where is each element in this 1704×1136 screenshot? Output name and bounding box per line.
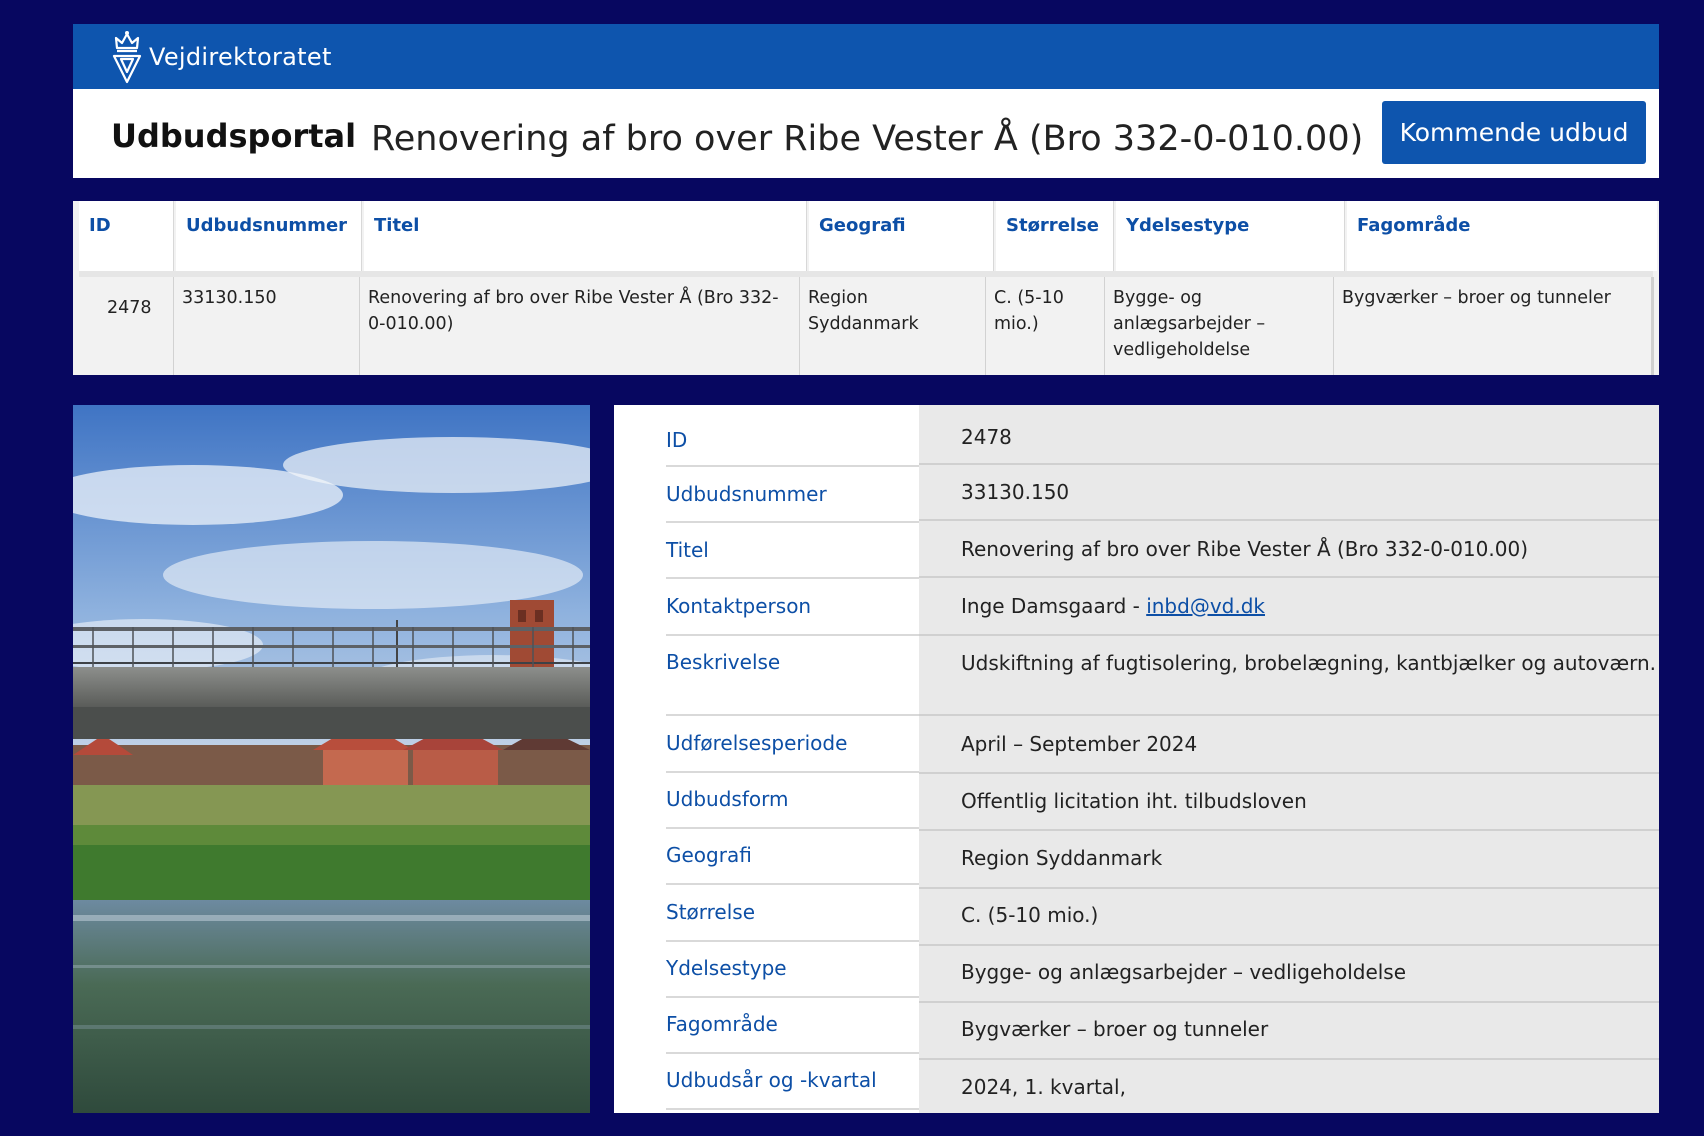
- row-divider: [666, 521, 919, 523]
- detail-value-ydelsestype: Bygge- og anlægsarbejder – vedligeholdel…: [961, 960, 1407, 984]
- contact-email-link[interactable]: inbd@vd.dk: [1146, 594, 1265, 618]
- row-divider: [919, 634, 1659, 636]
- detail-value-id: 2478: [961, 425, 1012, 449]
- column-header-stoerrelse[interactable]: Størrelse: [996, 201, 1114, 271]
- brand-bar: Vejdirektoratet: [73, 24, 1659, 89]
- detail-label-geografi: Geografi: [666, 843, 752, 867]
- column-header-geografi[interactable]: Geografi: [809, 201, 994, 271]
- row-divider: [919, 576, 1659, 578]
- cell-fagomraade[interactable]: Bygværker – broer og tunneler: [1334, 277, 1654, 375]
- detail-value-udfoerelsesperiode: April – September 2024: [961, 732, 1198, 756]
- cell-titel[interactable]: Renovering af bro over Ribe Vester Å (Br…: [360, 277, 800, 375]
- row-divider: [919, 1001, 1659, 1003]
- detail-label-udbudsaar: Udbudsår og -kvartal: [666, 1068, 877, 1092]
- row-divider: [666, 771, 919, 773]
- bridge-photo-image: [73, 405, 590, 1113]
- column-header-titel[interactable]: Titel: [364, 201, 807, 271]
- detail-label-kontaktperson: Kontaktperson: [666, 594, 812, 618]
- cell-stoerrelse[interactable]: C. (5-10 mio.): [986, 277, 1105, 375]
- row-divider: [666, 996, 919, 998]
- detail-value-kontaktperson: Inge Damsgaard - inbd@vd.dk: [961, 594, 1649, 618]
- bridge-photo: [73, 405, 590, 1113]
- portal-title: Udbudsportal: [111, 117, 357, 155]
- detail-label-beskrivelse: Beskrivelse: [666, 650, 781, 674]
- detail-value-geografi: Region Syddanmark: [961, 846, 1163, 870]
- detail-label-ydelsestype: Ydelsestype: [666, 956, 787, 980]
- crown-shield-logo-icon: [112, 30, 142, 83]
- row-divider: [666, 827, 919, 829]
- detail-label-id: ID: [666, 428, 688, 452]
- row-divider: [666, 940, 919, 942]
- cell-ydelsestype[interactable]: Bygge- og anlægsarbejder – vedligeholdel…: [1105, 277, 1334, 375]
- detail-value-titel: Renovering af bro over Ribe Vester Å (Br…: [961, 537, 1528, 561]
- row-divider: [919, 519, 1659, 521]
- detail-value-fagomraade: Bygværker – broer og tunneler: [961, 1017, 1269, 1041]
- detail-label-udbudsform: Udbudsform: [666, 787, 789, 811]
- cell-udbudsnummer[interactable]: 33130.150: [174, 277, 360, 375]
- kommende-udbud-button[interactable]: Kommende udbud: [1382, 101, 1646, 164]
- page-header: Udbudsportal Renovering af bro over Ribe…: [73, 89, 1659, 178]
- contact-name: Inge Damsgaard -: [961, 594, 1147, 618]
- row-divider: [666, 1052, 919, 1054]
- cell-geografi[interactable]: Region Syddanmark: [800, 277, 986, 375]
- detail-values-column: [919, 405, 1659, 1113]
- detail-value-udbudsaar: 2024, 1. kvartal,: [961, 1075, 1126, 1099]
- detail-value-udbudsnummer: 33130.150: [961, 480, 1070, 504]
- row-divider: [666, 714, 919, 716]
- row-divider: [666, 634, 919, 636]
- row-divider: [919, 829, 1659, 831]
- column-header-id[interactable]: ID: [79, 201, 174, 271]
- detail-label-udfoerelsesperiode: Udførelsesperiode: [666, 731, 848, 755]
- column-header-ydelsestype[interactable]: Ydelsestype: [1116, 201, 1345, 271]
- row-divider: [666, 465, 919, 467]
- row-divider: [919, 463, 1659, 465]
- column-header-udbudsnummer[interactable]: Udbudsnummer: [176, 201, 362, 271]
- brand-name: Vejdirektoratet: [149, 42, 332, 71]
- detail-label-titel: Titel: [666, 538, 709, 562]
- detail-label-fagomraade: Fagområde: [666, 1012, 778, 1036]
- row-divider: [919, 944, 1659, 946]
- page-title: Renovering af bro over Ribe Vester Å (Br…: [371, 119, 1364, 159]
- result-table: ID Udbudsnummer Titel Geografi Størrelse…: [73, 201, 1659, 375]
- row-divider: [666, 577, 919, 579]
- detail-label-stoerrelse: Størrelse: [666, 900, 756, 924]
- row-divider: [919, 772, 1659, 774]
- row-divider: [919, 887, 1659, 889]
- column-header-fagomraade[interactable]: Fagområde: [1347, 201, 1657, 271]
- cell-id[interactable]: 2478: [79, 277, 174, 375]
- row-divider: [919, 714, 1659, 716]
- detail-value-udbudsform: Offentlig licitation iht. tilbudsloven: [961, 789, 1307, 813]
- detail-value-beskrivelse: Udskiftning af fugtisolering, brobelægni…: [961, 651, 1657, 675]
- detail-value-stoerrelse: C. (5-10 mio.): [961, 903, 1099, 927]
- row-divider: [666, 1108, 919, 1110]
- row-divider: [666, 883, 919, 885]
- row-divider: [919, 1058, 1659, 1060]
- detail-table: ID Udbudsnummer Titel Kontaktperson Besk…: [614, 405, 1659, 1113]
- detail-label-udbudsnummer: Udbudsnummer: [666, 482, 827, 506]
